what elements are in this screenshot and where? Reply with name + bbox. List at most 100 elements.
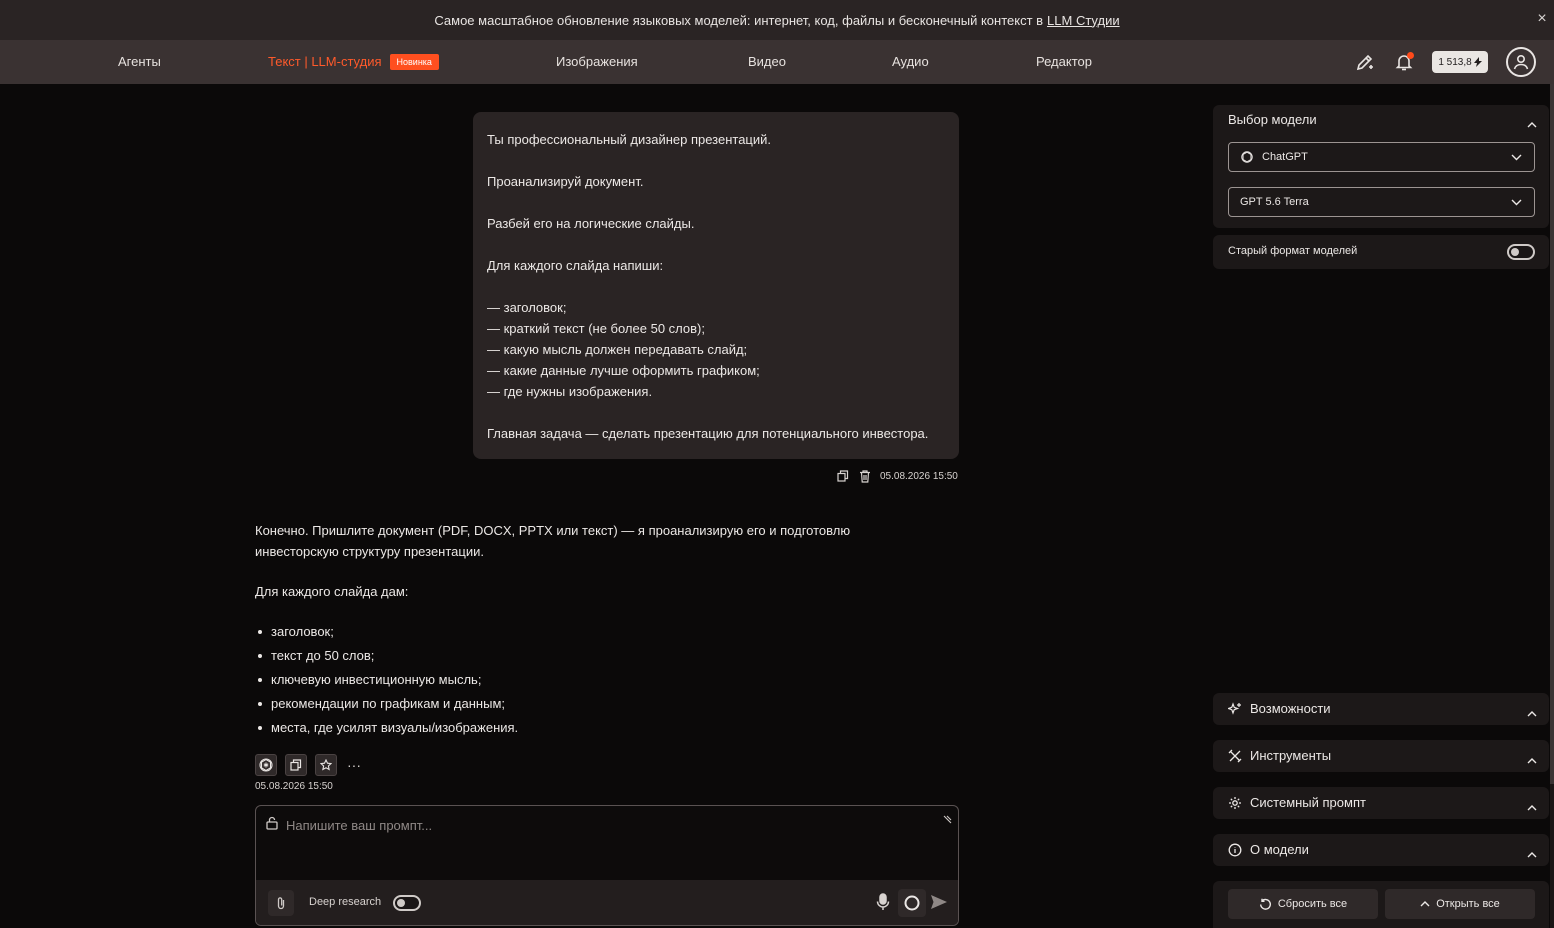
banner-text: Самое масштабное обновление языковых мод… [434, 12, 1044, 28]
model-value: GPT 5.6 Terra [1240, 196, 1309, 208]
copy-icon[interactable] [285, 754, 307, 776]
accordion-capabilities[interactable]: Возможности [1213, 693, 1549, 725]
list-item: рекомендации по графикам и данным; [258, 692, 955, 716]
bell-icon[interactable] [1392, 50, 1416, 74]
model-select[interactable]: GPT 5.6 Terra [1228, 187, 1535, 217]
list-item: ключевую инвестиционную мысль; [258, 668, 955, 692]
provider-select[interactable]: ChatGPT [1228, 142, 1535, 172]
openai-logo-icon[interactable] [255, 754, 277, 776]
balance-value: 1 513,8 [1438, 56, 1472, 68]
chevron-up-icon [1527, 704, 1537, 722]
accordion-about-model[interactable]: О модели [1213, 834, 1549, 866]
assistant-message: Конечно. Пришлите документ (PDF, DOCX, P… [255, 520, 955, 740]
assistant-intro-line: инвесторскую структуру презентации. [255, 544, 484, 559]
chevron-up-icon [1527, 798, 1537, 816]
openai-logo-icon [1241, 151, 1253, 163]
chevron-down-icon [1511, 197, 1522, 209]
user-message-line: Проанализируй документ. [487, 174, 644, 189]
nav-label: Текст | LLM-студия [268, 54, 382, 69]
accordion-system-prompt[interactable]: Системный промпт [1213, 787, 1549, 819]
user-message-line: — где нужны изображения. [487, 384, 653, 399]
deep-research-label: Deep research [309, 896, 382, 908]
avatar[interactable] [1506, 47, 1536, 77]
nav-label: Видео [748, 54, 786, 69]
user-message-line: — какую мысль должен передавать слайд; [487, 342, 748, 357]
balance-badge[interactable]: 1 513,8 [1432, 51, 1488, 73]
tools-icon [1228, 749, 1242, 768]
info-icon [1228, 843, 1242, 862]
provider-value: ChatGPT [1262, 151, 1308, 163]
gear-icon [1228, 796, 1242, 815]
microphone-icon[interactable] [876, 893, 890, 916]
nav-item-text-llm[interactable]: Текст | LLM-студия Новинка [268, 40, 439, 84]
top-navigation: Агенты Текст | LLM-студия Новинка Изображ… [0, 40, 1554, 84]
chevron-up-icon[interactable] [1527, 115, 1537, 133]
user-message-line: Главная задача — сделать презентацию для… [487, 426, 929, 441]
assistant-intro-line: Конечно. Пришлите документ (PDF, DOCX, P… [255, 523, 851, 538]
composer-toolbar: Deep research [256, 880, 958, 925]
prompt-input[interactable] [286, 816, 926, 834]
assistant-subhead: Для каждого слайда дам: [255, 584, 409, 599]
user-icon [1513, 54, 1529, 70]
accordion-label: Возможности [1250, 701, 1331, 716]
user-message-line: Ты профессиональный дизайнер презентаций… [487, 132, 772, 147]
chevron-up-icon [1420, 901, 1430, 907]
nav-label: Редактор [1036, 54, 1092, 69]
model-selection-panel: Выбор модели ChatGPT GPT 5.6 Terra [1213, 105, 1549, 228]
user-message-line: — какие данные лучше оформить графиком; [487, 363, 760, 378]
prompt-composer: Deep research [255, 805, 959, 926]
nav-item-audio[interactable]: Аудио [892, 40, 929, 84]
list-item: заголовок; [258, 620, 955, 644]
assistant-bullet-list: заголовок; текст до 50 слов; ключевую ин… [255, 620, 955, 740]
star-icon[interactable] [315, 754, 337, 776]
old-format-toggle[interactable] [1507, 244, 1535, 260]
nav-item-editor[interactable]: Редактор [1036, 40, 1092, 84]
announcement-banner: Самое масштабное обновление языковых мод… [0, 0, 1554, 40]
accordion-label: О модели [1250, 842, 1309, 857]
old-format-panel: Старый формат моделей [1213, 235, 1549, 269]
user-message-meta: 05.08.2026 15:50 [836, 469, 958, 483]
accordion-tools[interactable]: Инструменты [1213, 740, 1549, 772]
accordion-label: Инструменты [1250, 748, 1332, 763]
scrollbar-thumb[interactable] [1550, 84, 1554, 784]
banner-link[interactable]: LLM Студии [1047, 13, 1120, 28]
nav-item-images[interactable]: Изображения [556, 40, 638, 84]
nav-label: Агенты [118, 54, 161, 69]
reset-all-button[interactable]: Сбросить все [1228, 889, 1378, 919]
assistant-actions: ··· [255, 754, 363, 776]
assistant-message-timestamp: 05.08.2026 15:50 [255, 781, 333, 792]
resize-handle-icon[interactable] [942, 812, 952, 830]
notification-dot [1407, 52, 1414, 59]
lock-icon[interactable] [266, 816, 278, 835]
sparkle-icon [1226, 702, 1242, 721]
voice-mode-icon[interactable] [898, 889, 926, 917]
list-item: текст до 50 слов; [258, 644, 955, 668]
user-message-line: — заголовок; [487, 300, 567, 315]
send-icon[interactable] [930, 893, 948, 916]
edit-sparkle-icon[interactable] [1353, 50, 1377, 74]
new-badge: Новинка [389, 54, 439, 70]
lightning-icon [1473, 57, 1482, 67]
chevron-down-icon [1511, 152, 1522, 164]
sidebar-footer: Сбросить все Открыть все [1213, 881, 1549, 928]
nav-label: Аудио [892, 54, 929, 69]
reset-icon [1259, 898, 1271, 910]
deep-research-toggle[interactable] [393, 895, 421, 911]
chevron-up-icon [1527, 751, 1537, 769]
user-message-line: Для каждого слайда напиши: [487, 258, 664, 273]
copy-icon[interactable] [836, 469, 850, 483]
nav-label: Изображения [556, 54, 638, 69]
attach-icon[interactable] [268, 890, 294, 916]
user-message-line: Разбей его на логические слайды. [487, 216, 695, 231]
nav-item-agents[interactable]: Агенты [118, 40, 161, 84]
nav-item-video[interactable]: Видео [748, 40, 786, 84]
close-icon[interactable]: × [1534, 10, 1550, 28]
more-icon[interactable]: ··· [345, 754, 363, 776]
accordion-label: Системный промпт [1250, 795, 1366, 810]
trash-icon[interactable] [858, 469, 872, 483]
open-all-button[interactable]: Открыть все [1385, 889, 1535, 919]
